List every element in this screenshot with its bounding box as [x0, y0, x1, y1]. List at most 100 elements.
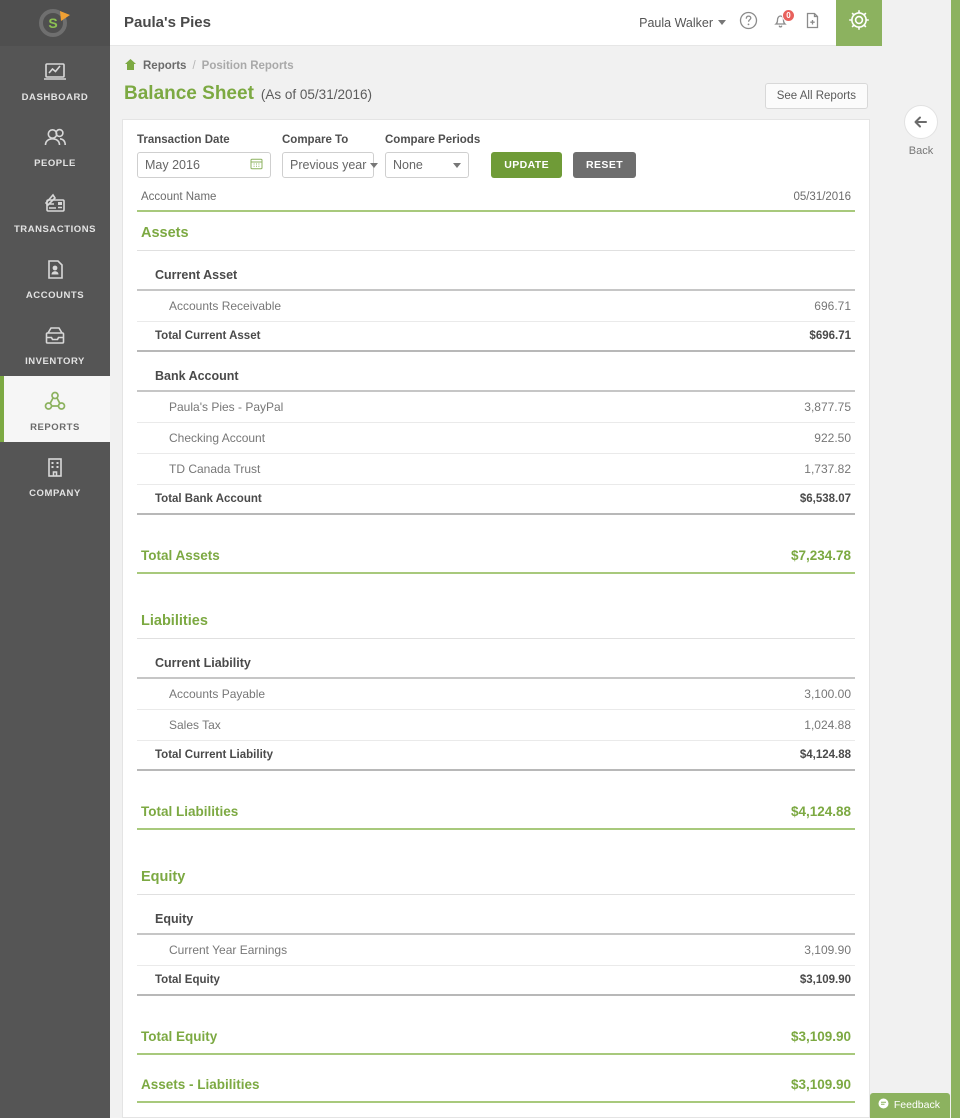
- group-header: Current Liability: [137, 639, 855, 679]
- group-total-row: Total Equity $3,109.90: [137, 966, 855, 996]
- table-header-row: Account Name 05/31/2016: [137, 191, 855, 212]
- section-total-row: Total Equity $3,109.90: [137, 1021, 855, 1055]
- group-total-row: Total Current Liability $4,124.88: [137, 741, 855, 771]
- help-button[interactable]: [739, 11, 758, 35]
- sidebar-item-company[interactable]: COMPANY: [0, 442, 110, 508]
- home-icon[interactable]: [124, 58, 137, 74]
- group-total-value: $696.71: [809, 330, 851, 342]
- line-value: 1,024.88: [804, 718, 851, 732]
- title-row: Balance Sheet (As of 05/31/2016) See All…: [122, 83, 870, 119]
- user-menu[interactable]: Paula Walker: [639, 16, 726, 30]
- notifications-button[interactable]: 0: [771, 11, 790, 35]
- line-value: 696.71: [814, 299, 851, 313]
- feedback-icon: [878, 1098, 889, 1112]
- gear-icon: [846, 7, 872, 38]
- grand-total-value: $3,109.90: [791, 1077, 851, 1092]
- breadcrumb-reports[interactable]: Reports: [143, 60, 186, 72]
- user-name: Paula Walker: [639, 16, 713, 30]
- group-total-label: Total Current Asset: [155, 330, 809, 342]
- group-header: Current Asset: [137, 251, 855, 291]
- transaction-date-label: Transaction Date: [137, 134, 271, 146]
- line-name: Accounts Receivable: [169, 299, 814, 313]
- section-total-label: Total Assets: [141, 548, 791, 563]
- line-name: TD Canada Trust: [169, 462, 804, 476]
- question-circle-icon: [739, 11, 758, 35]
- dashboard-chart-icon: [40, 57, 70, 87]
- report-card: Transaction Date May 2016: [122, 119, 870, 1118]
- section-header: Equity: [137, 856, 855, 895]
- group-total-value: $4,124.88: [800, 749, 851, 761]
- sidebar-item-dashboard[interactable]: DASHBOARD: [0, 46, 110, 112]
- compare-to-label: Compare To: [282, 134, 374, 146]
- line-name: Checking Account: [169, 431, 814, 445]
- report-timestamp: Fri May 27 2016 16:34:10 GMT+0530 (India…: [137, 1103, 855, 1117]
- line-name: Paula's Pies - PayPal: [169, 400, 804, 414]
- top-bar: Paula's Pies Paula Walker: [110, 0, 882, 46]
- sidebar-item-people[interactable]: PEOPLE: [0, 112, 110, 178]
- section-total-label: Total Equity: [141, 1029, 791, 1044]
- reports-node-icon: [40, 387, 70, 417]
- line-name: Current Year Earnings: [169, 943, 804, 957]
- compare-periods-value: None: [393, 158, 423, 172]
- new-document-icon: [803, 11, 822, 35]
- table-row: Sales Tax 1,024.88: [137, 710, 855, 741]
- breadcrumb: Reports / Position Reports: [122, 46, 870, 83]
- calendar-icon[interactable]: [250, 157, 263, 173]
- sidebar-label: PEOPLE: [34, 158, 76, 169]
- compare-to-group: Compare To Previous year: [282, 134, 374, 178]
- back-label: Back: [909, 145, 933, 157]
- section-header: Assets: [137, 212, 855, 251]
- svg-text:S: S: [48, 15, 57, 31]
- table-row: Accounts Payable 3,100.00: [137, 679, 855, 710]
- line-value: 922.50: [814, 431, 851, 445]
- sidebar-item-accounts[interactable]: ACCOUNTS: [0, 244, 110, 310]
- back-button[interactable]: Back: [904, 105, 938, 157]
- group-header: Equity: [137, 895, 855, 935]
- company-name: Paula's Pies: [110, 14, 211, 31]
- sidebar-label: TRANSACTIONS: [14, 224, 96, 235]
- compare-periods-select[interactable]: None: [385, 152, 469, 178]
- group-header: Bank Account: [137, 352, 855, 392]
- section-total-value: $4,124.88: [791, 804, 851, 819]
- breadcrumb-separator: /: [192, 60, 195, 72]
- transaction-date-input[interactable]: May 2016: [137, 152, 271, 178]
- sidebar-item-transactions[interactable]: TRANSACTIONS: [0, 178, 110, 244]
- feedback-button[interactable]: Feedback: [870, 1093, 950, 1118]
- section-total-value: $7,234.78: [791, 548, 851, 563]
- page-subtitle: (As of 05/31/2016): [261, 87, 372, 102]
- report-table: Account Name 05/31/2016 Assets Current A…: [123, 191, 869, 1117]
- sidebar-label: REPORTS: [30, 422, 80, 433]
- sidebar-item-inventory[interactable]: INVENTORY: [0, 310, 110, 376]
- compare-to-select[interactable]: Previous year: [282, 152, 374, 178]
- chevron-down-icon: [453, 163, 461, 168]
- group-total-label: Total Current Liability: [155, 749, 800, 761]
- sidebar-label: DASHBOARD: [22, 92, 89, 103]
- line-value: 3,109.90: [804, 943, 851, 957]
- update-button[interactable]: UPDATE: [491, 152, 562, 178]
- sidebar-item-reports[interactable]: REPORTS: [0, 376, 110, 442]
- section-total-value: $3,109.90: [791, 1029, 851, 1044]
- table-row: Paula's Pies - PayPal 3,877.75: [137, 392, 855, 423]
- section-total-label: Total Liabilities: [141, 804, 791, 819]
- new-document-button[interactable]: [803, 11, 822, 35]
- grand-total-label: Assets - Liabilities: [141, 1077, 791, 1092]
- main-column: Paula's Pies Paula Walker: [110, 0, 882, 1118]
- group-total-row: Total Current Asset $696.71: [137, 322, 855, 352]
- transaction-date-group: Transaction Date May 2016: [137, 134, 271, 178]
- line-name: Accounts Payable: [169, 687, 804, 701]
- line-name: Sales Tax: [169, 718, 804, 732]
- arrow-left-icon: [904, 105, 938, 139]
- group-total-value: $3,109.90: [800, 974, 851, 986]
- section-total-row: Total Liabilities $4,124.88: [137, 796, 855, 830]
- breadcrumb-current: Position Reports: [202, 60, 294, 72]
- see-all-reports-button[interactable]: See All Reports: [765, 83, 868, 109]
- compare-periods-group: Compare Periods None: [385, 134, 480, 178]
- content-area: Reports / Position Reports Balance Sheet…: [110, 46, 882, 1118]
- line-value: 1,737.82: [804, 462, 851, 476]
- settings-button[interactable]: [836, 0, 882, 46]
- chevron-down-icon: [718, 20, 726, 25]
- reset-button[interactable]: RESET: [573, 152, 636, 178]
- logo-container[interactable]: S: [0, 0, 110, 46]
- group-total-label: Total Bank Account: [155, 493, 800, 505]
- group-total-label: Total Equity: [155, 974, 800, 986]
